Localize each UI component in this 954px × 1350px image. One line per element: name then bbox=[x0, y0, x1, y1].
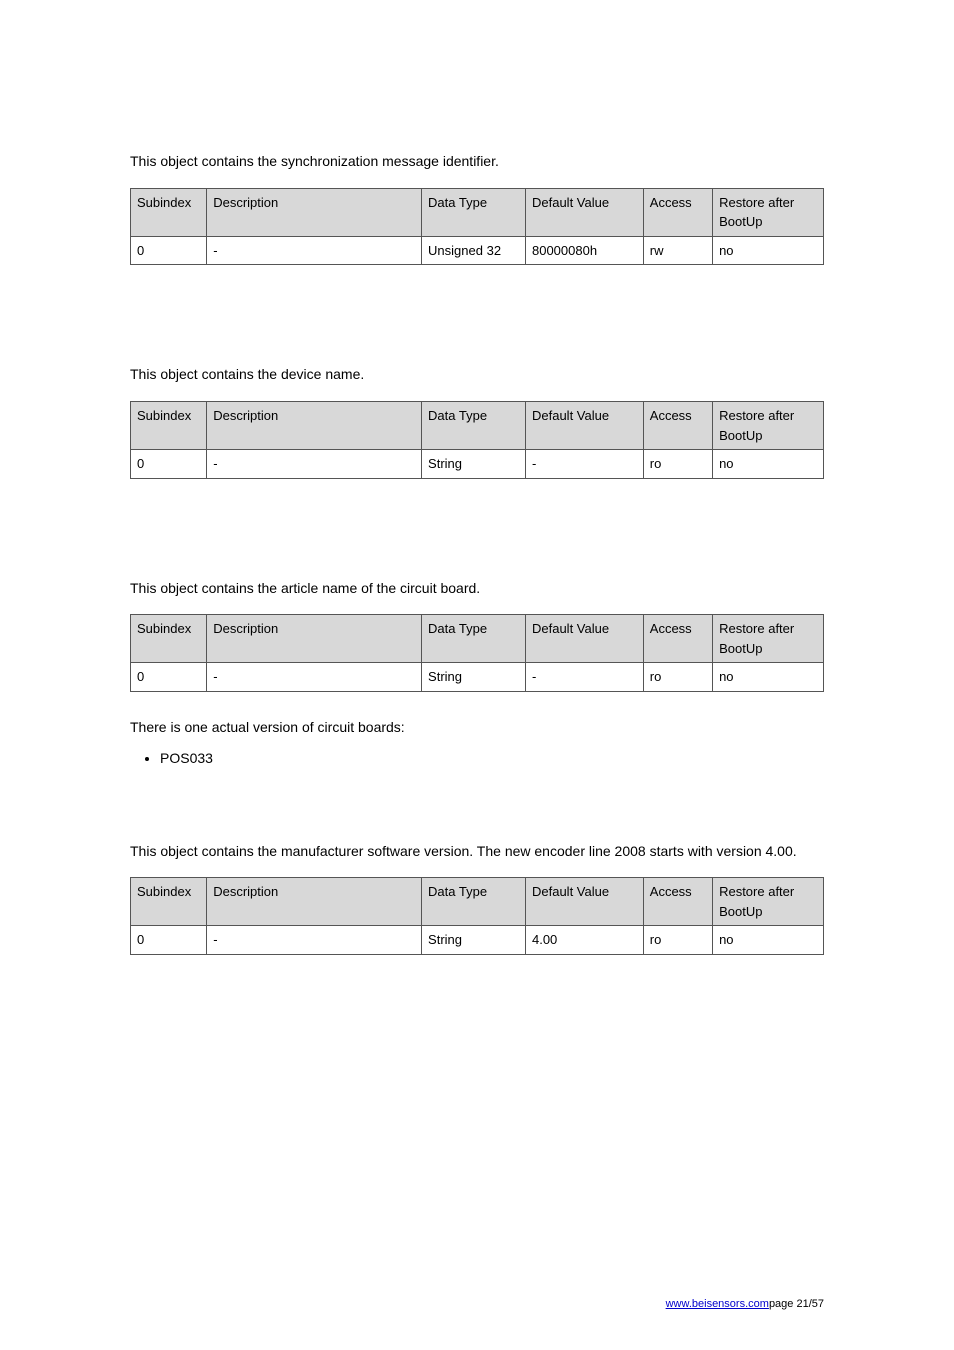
table-row: 0 - Unsigned 32 80000080h rw no bbox=[131, 236, 824, 265]
section-intro: This object contains the synchronization… bbox=[130, 150, 824, 174]
boards-list: POS033 bbox=[160, 750, 824, 766]
td-access: rw bbox=[643, 236, 712, 265]
td-description: - bbox=[207, 663, 422, 692]
th-subindex: Subindex bbox=[131, 188, 207, 236]
section-gap bbox=[130, 503, 824, 557]
page: This object contains the synchronization… bbox=[0, 0, 954, 1350]
boards-intro: There is one actual version of circuit b… bbox=[130, 716, 824, 740]
table-header-row: Subindex Description Data Type Default V… bbox=[131, 878, 824, 926]
section-intro: This object contains the article name of… bbox=[130, 577, 824, 601]
footer-page-number: page 21/57 bbox=[769, 1298, 824, 1310]
table-row: 0 - String - ro no bbox=[131, 663, 824, 692]
th-description: Description bbox=[207, 878, 422, 926]
td-description: - bbox=[207, 926, 422, 955]
th-subindex: Subindex bbox=[131, 615, 207, 663]
td-restore: no bbox=[713, 450, 824, 479]
th-restore: Restore after BootUp bbox=[713, 402, 824, 450]
td-description: - bbox=[207, 236, 422, 265]
th-data-type: Data Type bbox=[422, 402, 526, 450]
td-restore: no bbox=[713, 926, 824, 955]
section-intro: This object contains the device name. bbox=[130, 363, 824, 387]
object-table: Subindex Description Data Type Default V… bbox=[130, 188, 824, 266]
section-intro: This object contains the manufacturer so… bbox=[130, 840, 824, 864]
th-access: Access bbox=[643, 402, 712, 450]
td-default: - bbox=[525, 450, 643, 479]
td-data-type: String bbox=[422, 450, 526, 479]
table-header-row: Subindex Description Data Type Default V… bbox=[131, 188, 824, 236]
th-data-type: Data Type bbox=[422, 615, 526, 663]
th-subindex: Subindex bbox=[131, 878, 207, 926]
td-default: 4.00 bbox=[525, 926, 643, 955]
td-restore: no bbox=[713, 236, 824, 265]
page-footer: www.beisensors.com page 21/57 bbox=[130, 1298, 824, 1310]
td-default: 80000080h bbox=[525, 236, 643, 265]
th-default: Default Value bbox=[525, 402, 643, 450]
th-default: Default Value bbox=[525, 188, 643, 236]
td-default: - bbox=[525, 663, 643, 692]
th-default: Default Value bbox=[525, 878, 643, 926]
th-description: Description bbox=[207, 188, 422, 236]
section-gap bbox=[130, 289, 824, 343]
th-restore: Restore after BootUp bbox=[713, 188, 824, 236]
section-gap bbox=[130, 766, 824, 820]
td-access: ro bbox=[643, 926, 712, 955]
object-table: Subindex Description Data Type Default V… bbox=[130, 614, 824, 692]
th-access: Access bbox=[643, 615, 712, 663]
th-data-type: Data Type bbox=[422, 188, 526, 236]
td-subindex: 0 bbox=[131, 926, 207, 955]
object-table: Subindex Description Data Type Default V… bbox=[130, 877, 824, 955]
th-restore: Restore after BootUp bbox=[713, 615, 824, 663]
td-data-type: String bbox=[422, 663, 526, 692]
footer-spacer bbox=[130, 1298, 666, 1310]
td-access: ro bbox=[643, 450, 712, 479]
footer-link[interactable]: www.beisensors.com bbox=[666, 1298, 769, 1310]
td-data-type: Unsigned 32 bbox=[422, 236, 526, 265]
table-header-row: Subindex Description Data Type Default V… bbox=[131, 402, 824, 450]
td-subindex: 0 bbox=[131, 236, 207, 265]
table-header-row: Subindex Description Data Type Default V… bbox=[131, 615, 824, 663]
th-data-type: Data Type bbox=[422, 878, 526, 926]
th-description: Description bbox=[207, 615, 422, 663]
td-description: - bbox=[207, 450, 422, 479]
td-access: ro bbox=[643, 663, 712, 692]
th-restore: Restore after BootUp bbox=[713, 878, 824, 926]
list-item: POS033 bbox=[160, 750, 824, 766]
th-description: Description bbox=[207, 402, 422, 450]
td-subindex: 0 bbox=[131, 663, 207, 692]
th-subindex: Subindex bbox=[131, 402, 207, 450]
object-table: Subindex Description Data Type Default V… bbox=[130, 401, 824, 479]
th-default: Default Value bbox=[525, 615, 643, 663]
th-access: Access bbox=[643, 188, 712, 236]
td-restore: no bbox=[713, 663, 824, 692]
td-data-type: String bbox=[422, 926, 526, 955]
td-subindex: 0 bbox=[131, 450, 207, 479]
table-row: 0 - String - ro no bbox=[131, 450, 824, 479]
th-access: Access bbox=[643, 878, 712, 926]
table-row: 0 - String 4.00 ro no bbox=[131, 926, 824, 955]
